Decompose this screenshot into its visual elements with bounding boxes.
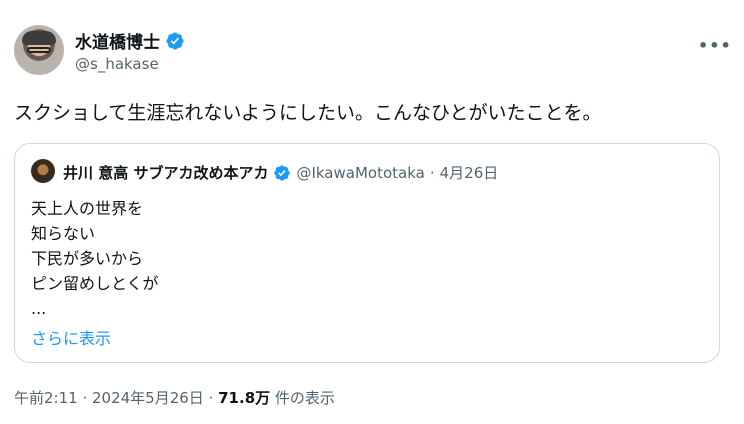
- author-handle[interactable]: @s_hakase: [75, 55, 159, 73]
- quoted-author-handle: @IkawaMototaka: [296, 163, 425, 182]
- verified-badge-icon: [166, 31, 184, 50]
- tweet-date[interactable]: 2024年5月26日: [92, 389, 204, 407]
- quoted-tweet-card[interactable]: 井川 意高 サブアカ改め本アカ @IkawaMototaka · 4月26日 天…: [14, 143, 720, 363]
- quoted-line: ...: [31, 299, 47, 318]
- author-avatar[interactable]: [14, 25, 64, 75]
- quoted-line: ピン留めしとくが: [31, 274, 159, 293]
- tweet-metadata: 午前2:11 · 2024年5月26日 · 71.8万 件の表示: [14, 387, 335, 408]
- show-more-link[interactable]: さらに表示: [31, 325, 111, 349]
- meta-separator: ·: [77, 389, 92, 407]
- quoted-author-avatar: [31, 159, 55, 183]
- tweet-text: スクショして生涯忘れないようにしたい。こんなひとがいたことを。: [14, 102, 602, 124]
- view-count: 71.8万: [218, 389, 271, 407]
- meta-separator: ·: [203, 389, 219, 407]
- quoted-separator: ·: [429, 163, 435, 182]
- quoted-line: 天上人の世界を: [31, 199, 144, 218]
- verified-badge-icon: [274, 164, 291, 181]
- quoted-tweet-body: 天上人の世界を 知らない 下民が多いから ピン留めしとくが ...: [31, 196, 159, 321]
- view-count-label: 件の表示: [270, 389, 335, 407]
- quoted-date: 4月26日: [439, 164, 499, 182]
- more-horizontal-icon[interactable]: •••: [698, 36, 732, 55]
- author-display-name[interactable]: 水道橋博士: [75, 28, 160, 53]
- tweet-time[interactable]: 午前2:11: [14, 389, 78, 407]
- quoted-line: 知らない: [31, 224, 96, 243]
- quoted-line: 下民が多いから: [31, 249, 144, 268]
- quoted-tweet-header: 井川 意高 サブアカ改め本アカ @IkawaMototaka · 4月26日: [63, 162, 498, 183]
- author-name-row: 水道橋博士: [75, 28, 185, 53]
- quoted-author-name: 井川 意高 サブアカ改め本アカ: [63, 164, 269, 182]
